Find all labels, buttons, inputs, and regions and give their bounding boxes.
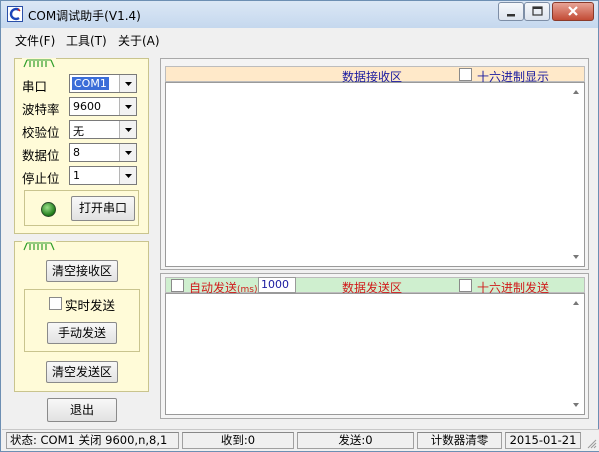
send-controls-panel: 清空接收区 实时发送 手动发送 清空发送区 [14,241,149,392]
scroll-down-icon[interactable] [571,400,581,410]
databits-select[interactable]: 8 [69,143,137,162]
menu-bar: 文件(F) 工具(T) 关于(A) [2,29,597,49]
realtime-send-checkbox[interactable] [49,297,62,310]
status-led-icon [41,202,56,217]
status-state: 状态: COM1 关闭 9600,n,8,1 [6,432,179,449]
send-scrollbar[interactable] [569,294,584,414]
send-textarea[interactable] [165,293,585,415]
scroll-up-icon[interactable] [571,298,581,308]
baud-select[interactable]: 9600 [69,97,137,116]
chevron-down-icon[interactable] [119,167,136,184]
port-label: 串口 [22,79,48,94]
app-window: COM调试助手(V1.4) 文件(F) 工具(T) 关于(A) 串口 COM1 … [0,0,599,452]
exit-button-label: 退出 [69,403,94,417]
chevron-down-icon[interactable] [119,121,136,138]
status-received: 收到:0 [182,432,294,449]
clear-send-button[interactable]: 清空发送区 [46,361,118,383]
receive-frame: 数据接收区 十六进制显示 [160,58,589,270]
send-header: 自动发送(ms) 1000 数据发送区 十六进制发送 [165,277,585,295]
chevron-down-icon[interactable] [119,144,136,161]
minimize-button[interactable] [498,2,524,21]
parity-label: 校验位 [22,125,60,140]
parity-value: 无 [73,125,84,138]
auto-send-checkbox[interactable] [171,279,184,292]
receive-textarea[interactable] [165,82,585,267]
serial-settings-panel: 串口 COM1 波特率 9600 校验位 无 数据位 8 停止位 1 打开串口 [14,58,149,234]
reset-counter-button[interactable]: 计数器清零 [417,432,502,449]
clear-receive-button[interactable]: 清空接收区 [46,260,118,282]
status-bar: 状态: COM1 关闭 9600,n,8,1 收到:0 发送:0 计数器清零 2… [2,429,599,451]
receive-scrollbar[interactable] [569,83,584,266]
menu-tools[interactable]: 工具(T) [66,32,107,49]
scroll-up-icon[interactable] [571,87,581,97]
send-frame: 自动发送(ms) 1000 数据发送区 十六进制发送 [160,273,589,419]
parity-select[interactable]: 无 [69,120,137,139]
group-tag-icon [22,241,56,251]
menu-file[interactable]: 文件(F) [15,32,55,49]
manual-send-button[interactable]: 手动发送 [47,322,117,344]
auto-send-interval-input[interactable]: 1000 [258,277,296,293]
port-select[interactable]: COM1 [69,74,137,93]
open-port-button[interactable]: 打开串口 [71,196,135,221]
stopbits-label: 停止位 [22,171,60,186]
port-value: COM1 [72,77,109,90]
databits-label: 数据位 [22,148,60,163]
scroll-down-icon[interactable] [571,252,581,262]
manual-send-box: 实时发送 手动发送 [24,289,140,352]
hex-send-checkbox[interactable] [459,279,472,292]
menu-about[interactable]: 关于(A) [118,32,160,49]
stopbits-select[interactable]: 1 [69,166,137,185]
app-logo-icon [7,6,23,22]
status-sent: 发送:0 [297,432,414,449]
group-tag-icon [22,58,56,68]
window-title: COM调试助手(V1.4) [28,9,141,23]
manual-send-button-label: 手动发送 [57,326,106,340]
databits-value: 8 [73,146,80,159]
maximize-icon [532,6,543,16]
clear-send-button-label: 清空发送区 [51,365,112,379]
exit-button[interactable]: 退出 [47,398,117,422]
title-bar[interactable]: COM调试助手(V1.4) [1,1,598,28]
receive-header: 数据接收区 十六进制显示 [165,66,585,84]
baud-label: 波特率 [22,102,60,117]
baud-value: 9600 [73,100,101,113]
close-button[interactable] [552,2,594,21]
realtime-send-label: 实时发送 [65,298,116,313]
maximize-button[interactable] [524,2,550,21]
minimize-icon [507,14,515,17]
hex-display-checkbox[interactable] [459,68,472,81]
resize-grip-icon[interactable] [587,439,597,449]
close-icon [568,6,578,16]
stopbits-value: 1 [73,169,80,182]
chevron-down-icon[interactable] [119,75,136,92]
chevron-down-icon[interactable] [119,98,136,115]
open-port-button-label: 打开串口 [78,201,127,215]
open-port-box: 打开串口 [24,190,139,226]
clear-receive-button-label: 清空接收区 [51,264,112,278]
status-date: 2015-01-21 [505,432,581,449]
